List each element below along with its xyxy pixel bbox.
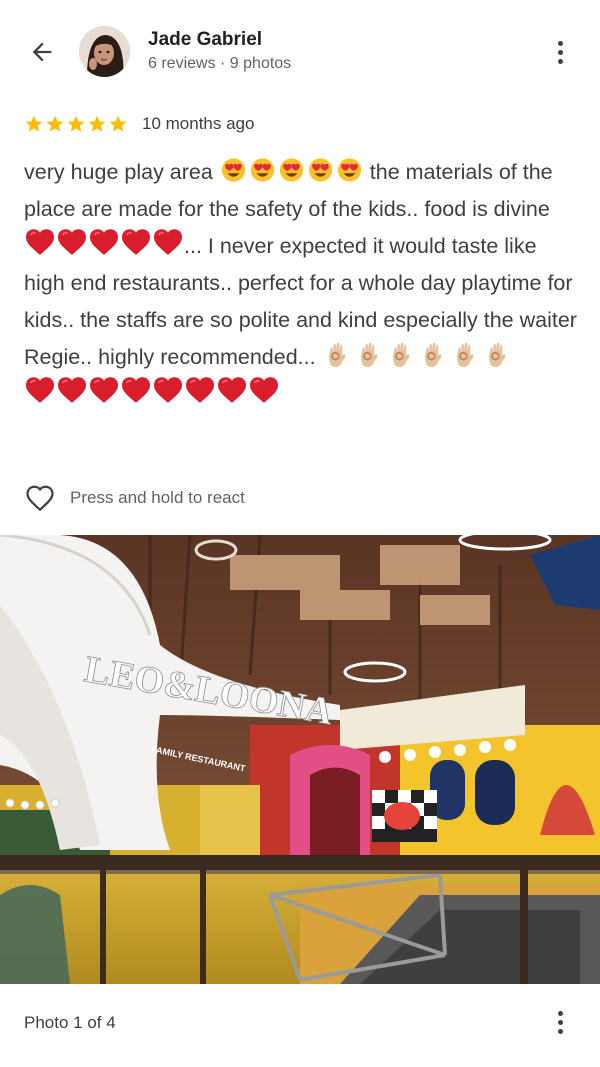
photo-footer: Photo 1 of 4 — [0, 984, 600, 1067]
review-text-part-1: very huge play area — [24, 160, 219, 184]
photo-counter: Photo 1 of 4 — [24, 1013, 116, 1032]
heart-eyes-emoji-icon — [277, 157, 306, 183]
reviewer-meta: 6 reviews · 9 photos — [148, 55, 292, 72]
more-options-button[interactable] — [548, 36, 572, 68]
red-heart-emoji-icon — [24, 376, 56, 404]
red-heart-emoji-icon — [24, 228, 56, 256]
ok-hand-emoji-icon — [354, 339, 386, 369]
star-icon — [25, 115, 43, 132]
rating-row: 10 months ago — [24, 110, 254, 138]
red-heart-emoji-icon — [88, 228, 120, 256]
red-heart-emoji-icon — [56, 228, 88, 256]
review-photo[interactable]: LEO&LOONA FAMILY RESTAURANT — [0, 535, 600, 984]
heart-eyes-emoji-icon — [219, 157, 248, 183]
back-button[interactable] — [22, 32, 62, 72]
red-heart-emoji-icon — [216, 376, 248, 404]
red-heart-emoji-icon — [120, 228, 152, 256]
ok-hand-emoji-group — [322, 342, 514, 369]
react-button[interactable]: Press and hold to react — [24, 482, 245, 514]
star-icon — [67, 115, 85, 132]
heart-eyes-emoji-group — [219, 157, 364, 184]
red-heart-emoji-group — [24, 377, 280, 406]
red-heart-emoji-icon — [88, 376, 120, 404]
star-icon — [46, 115, 64, 132]
star-icon — [88, 115, 106, 132]
ok-hand-emoji-icon — [482, 339, 514, 369]
review-text: very huge play area the materials of the… — [24, 154, 580, 413]
heart-eyes-emoji-icon — [306, 157, 335, 183]
review-time: 10 months ago — [142, 114, 255, 133]
ok-hand-emoji-icon — [450, 339, 482, 369]
red-heart-emoji-icon — [248, 376, 280, 404]
red-heart-emoji-icon — [120, 376, 152, 404]
red-heart-emoji-icon — [152, 376, 184, 404]
star-icon — [109, 115, 127, 132]
photo-more-options-button[interactable] — [548, 1006, 572, 1038]
red-heart-emoji-icon — [152, 228, 184, 256]
star-rating — [24, 114, 128, 134]
review-header: Jade Gabriel 6 reviews · 9 photos — [0, 0, 600, 100]
heart-outline-icon — [26, 485, 54, 512]
reviewer-name[interactable]: Jade Gabriel — [148, 29, 262, 51]
ok-hand-emoji-icon — [322, 339, 354, 369]
ok-hand-emoji-icon — [418, 339, 450, 369]
red-heart-emoji-icon — [184, 376, 216, 404]
red-heart-emoji-icon — [56, 376, 88, 404]
arrow-left-icon — [32, 42, 52, 62]
more-vert-icon — [557, 40, 563, 46]
ok-hand-emoji-icon — [386, 339, 418, 369]
heart-eyes-emoji-icon — [248, 157, 277, 183]
avatar[interactable] — [79, 26, 130, 77]
red-heart-emoji-group — [24, 229, 184, 258]
more-vert-icon — [557, 1010, 563, 1016]
react-label: Press and hold to react — [70, 488, 245, 507]
heart-eyes-emoji-icon — [335, 157, 364, 183]
